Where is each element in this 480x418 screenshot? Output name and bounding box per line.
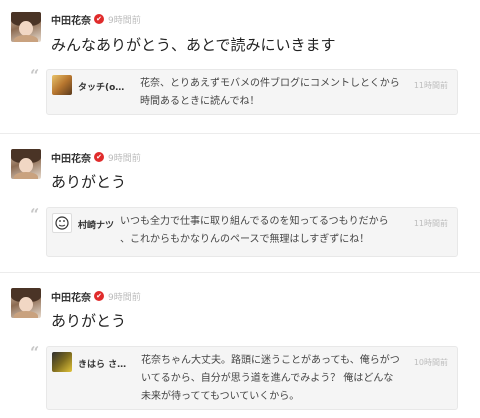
post-text: ありがとう bbox=[51, 312, 127, 330]
author-line: 中田花奈 ✔ 9時間前 bbox=[51, 289, 141, 304]
reply-text-line: 時間あるときに読んでね！ bbox=[140, 96, 260, 107]
reply-author[interactable]: きはら さ… bbox=[78, 357, 126, 370]
divider bbox=[0, 272, 480, 273]
author-name[interactable]: 中田花奈 bbox=[51, 12, 91, 27]
quote-icon: “ bbox=[30, 66, 40, 85]
reply-text-line: 未来が待っててもついていくから。 bbox=[141, 391, 300, 402]
author-name[interactable]: 中田花奈 bbox=[51, 289, 91, 304]
reply-avatar[interactable] bbox=[52, 213, 72, 233]
reply-timestamp: 11時間前 bbox=[413, 81, 448, 90]
reply-author[interactable]: タッチ(o… bbox=[78, 80, 124, 93]
post-text: みんなありがとう、あとで読みにいきます bbox=[51, 36, 336, 54]
author-name[interactable]: 中田花奈 bbox=[51, 150, 91, 165]
reply-text-line: 花奈、とりあえずモバメの件ブログにコメントしとくから bbox=[140, 78, 400, 89]
cartoon-face-icon bbox=[55, 216, 69, 230]
quoted-reply[interactable]: きはら さ… 花奈ちゃん大丈夫。路頭に迷うことがあっても、俺らがつ いてるから、… bbox=[46, 346, 458, 410]
timestamp[interactable]: 9時間前 bbox=[108, 290, 141, 303]
reply-text-line: いつも全力で仕事に取り組んでるのを知ってるつもりだから bbox=[120, 216, 389, 227]
timestamp[interactable]: 9時間前 bbox=[108, 13, 141, 26]
author-avatar[interactable] bbox=[11, 288, 41, 318]
quote-icon: “ bbox=[30, 205, 40, 224]
quote-icon: “ bbox=[30, 343, 40, 362]
verified-icon: ✔ bbox=[94, 152, 104, 162]
post-text: ありがとう bbox=[51, 173, 127, 191]
author-avatar[interactable] bbox=[11, 12, 41, 42]
reply-timestamp: 11時間前 bbox=[413, 219, 448, 228]
quoted-reply[interactable]: タッチ(o… 花奈、とりあえずモバメの件ブログにコメントしとくから 時間あるとき… bbox=[46, 69, 458, 115]
divider bbox=[0, 133, 480, 134]
verified-icon: ✔ bbox=[94, 291, 104, 301]
reply-timestamp: 10時間前 bbox=[413, 358, 448, 367]
timestamp[interactable]: 9時間前 bbox=[108, 151, 141, 164]
reply-avatar[interactable] bbox=[52, 75, 72, 95]
reply-text-line: いてるから、自分が思う道を進んでみよう？ 俺はどんな bbox=[141, 373, 394, 384]
reply-author[interactable]: 村崎ナツ bbox=[78, 218, 114, 231]
author-line: 中田花奈 ✔ 9時間前 bbox=[51, 150, 141, 165]
quoted-reply[interactable]: 村崎ナツ いつも全力で仕事に取り組んでるのを知ってるつもりだから 、これからもか… bbox=[46, 207, 458, 257]
reply-avatar[interactable] bbox=[52, 352, 72, 372]
reply-text-line: 、これからもかなりんのペースで無理はしすぎずにね！ bbox=[120, 234, 370, 245]
reply-text-line: 花奈ちゃん大丈夫。路頭に迷うことがあっても、俺らがつ bbox=[141, 355, 400, 366]
author-line: 中田花奈 ✔ 9時間前 bbox=[51, 12, 141, 27]
verified-icon: ✔ bbox=[94, 14, 104, 24]
author-avatar[interactable] bbox=[11, 149, 41, 179]
